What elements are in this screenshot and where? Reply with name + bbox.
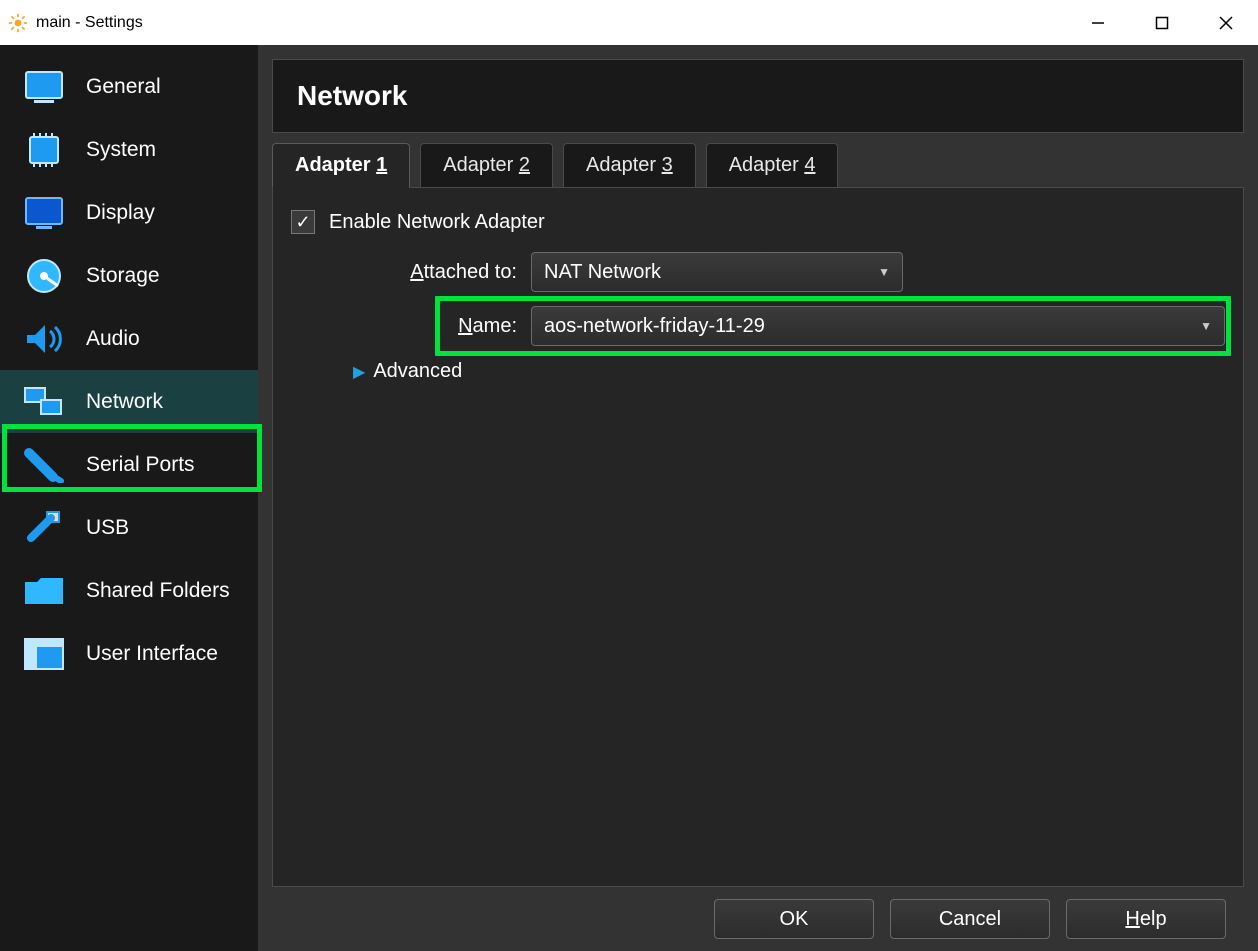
adapter-tabbar: Adapter 1 Adapter 2 Adapter 3 Adapter 4 <box>272 143 1244 188</box>
sidebar-item-label: System <box>86 138 156 162</box>
main-panel: Network Adapter 1 Adapter 2 Adapter 3 Ad… <box>258 45 1258 951</box>
folder-icon <box>22 571 66 611</box>
titlebar: main - Settings <box>0 0 1258 45</box>
name-label: Name: <box>291 315 531 338</box>
ok-button[interactable]: OK <box>714 899 874 939</box>
serial-ports-icon <box>22 445 66 485</box>
audio-icon <box>22 319 66 359</box>
page-title: Network <box>297 80 1219 112</box>
tab-adapter-1[interactable]: Adapter 1 <box>272 143 410 188</box>
window-controls <box>1066 0 1258 45</box>
triangle-right-icon: ▶ <box>353 362 365 382</box>
name-value: aos-network-friday-11-29 <box>544 315 765 338</box>
tab-adapter-3[interactable]: Adapter 3 <box>563 143 696 188</box>
sidebar-item-usb[interactable]: USB <box>0 496 258 559</box>
system-icon <box>22 130 66 170</box>
app-gear-icon <box>8 13 28 33</box>
general-icon <box>22 67 66 107</box>
advanced-toggle[interactable]: ▶ Advanced <box>353 360 1225 383</box>
name-row: Name: aos-network-friday-11-29 ▼ <box>291 306 1225 346</box>
sidebar-item-storage[interactable]: Storage <box>0 244 258 307</box>
sidebar-item-label: USB <box>86 516 129 540</box>
attached-to-value: NAT Network <box>544 261 661 284</box>
usb-icon <box>22 508 66 548</box>
settings-sidebar: General System Display Storage Audio Net… <box>0 45 258 951</box>
minimize-button[interactable] <box>1066 0 1130 45</box>
sidebar-item-label: General <box>86 75 161 99</box>
tab-adapter-2[interactable]: Adapter 2 <box>420 143 553 188</box>
help-button[interactable]: Help <box>1066 899 1226 939</box>
display-icon <box>22 193 66 233</box>
sidebar-item-audio[interactable]: Audio <box>0 307 258 370</box>
sidebar-item-system[interactable]: System <box>0 118 258 181</box>
storage-icon <box>22 256 66 296</box>
advanced-label: Advanced <box>373 360 462 383</box>
chevron-down-icon: ▼ <box>1200 319 1212 333</box>
close-button[interactable] <box>1194 0 1258 45</box>
adapter-panel: ✓ Enable Network Adapter Attached to: NA… <box>272 187 1244 887</box>
enable-adapter-checkbox[interactable]: ✓ <box>291 210 315 234</box>
network-icon <box>22 382 66 422</box>
enable-adapter-row: ✓ Enable Network Adapter <box>291 210 1225 234</box>
user-interface-icon <box>22 634 66 674</box>
sidebar-item-serial-ports[interactable]: Serial Ports <box>0 433 258 496</box>
dialog-footer: OK Cancel Help <box>272 887 1244 951</box>
sidebar-item-label: Storage <box>86 264 160 288</box>
sidebar-item-user-interface[interactable]: User Interface <box>0 622 258 685</box>
sidebar-item-general[interactable]: General <box>0 55 258 118</box>
attached-to-select[interactable]: NAT Network ▼ <box>531 252 903 292</box>
page-header: Network <box>272 59 1244 133</box>
chevron-down-icon: ▼ <box>878 265 890 279</box>
sidebar-item-label: Network <box>86 390 163 414</box>
sidebar-item-label: Display <box>86 201 155 225</box>
window-body: General System Display Storage Audio Net… <box>0 45 1258 951</box>
sidebar-item-network[interactable]: Network <box>0 370 258 433</box>
sidebar-item-label: Shared Folders <box>86 579 230 603</box>
attached-to-row: Attached to: NAT Network ▼ <box>291 252 1225 292</box>
enable-adapter-label: Enable Network Adapter <box>329 211 545 234</box>
settings-window: main - Settings General System <box>0 0 1258 951</box>
sidebar-item-label: Audio <box>86 327 140 351</box>
name-select[interactable]: aos-network-friday-11-29 ▼ <box>531 306 1225 346</box>
cancel-button[interactable]: Cancel <box>890 899 1050 939</box>
maximize-button[interactable] <box>1130 0 1194 45</box>
sidebar-item-label: User Interface <box>86 642 218 666</box>
tab-adapter-4[interactable]: Adapter 4 <box>706 143 839 188</box>
window-title: main - Settings <box>36 14 1066 32</box>
sidebar-item-label: Serial Ports <box>86 453 195 477</box>
sidebar-item-shared-folders[interactable]: Shared Folders <box>0 559 258 622</box>
attached-to-label: Attached to: <box>291 261 531 284</box>
sidebar-item-display[interactable]: Display <box>0 181 258 244</box>
